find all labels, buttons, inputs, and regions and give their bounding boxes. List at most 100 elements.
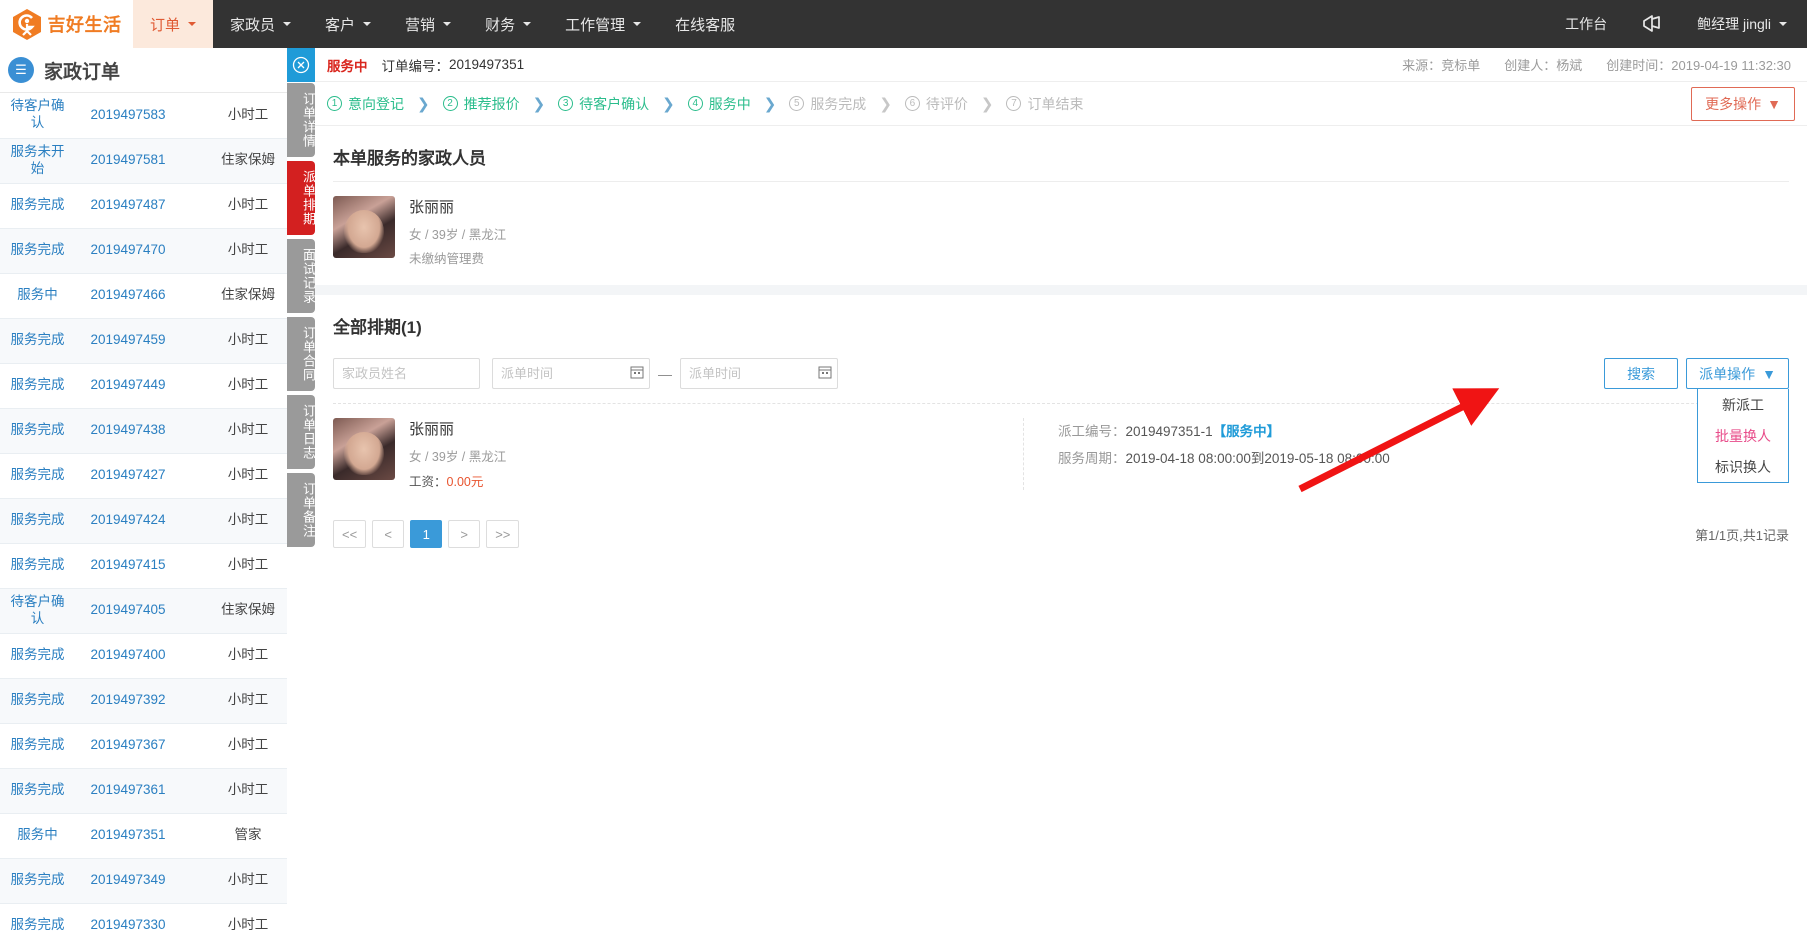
workbench-link[interactable]: 工作台 — [1545, 14, 1627, 34]
vertical-tab-0[interactable]: 订单详情 — [287, 83, 316, 157]
megaphone-icon[interactable] — [1627, 14, 1677, 34]
order-status-cell[interactable]: 服务完成 — [0, 183, 75, 229]
table-row[interactable]: 服务完成 2019497470 小时工 — [0, 228, 315, 274]
vertical-tab-1[interactable]: 派单排期 — [287, 161, 316, 235]
table-row[interactable]: 服务完成 2019497400 小时工 — [0, 633, 315, 679]
more-actions-button[interactable]: 更多操作 ▼ — [1691, 86, 1795, 121]
order-status-cell[interactable]: 服务完成 — [0, 858, 75, 904]
chevron-down-icon — [443, 22, 452, 26]
table-row[interactable]: 服务完成 2019497427 小时工 — [0, 453, 315, 499]
order-id-cell[interactable]: 2019497400 — [75, 633, 181, 679]
brand-logo-area[interactable]: 吉好生活 — [0, 0, 133, 48]
search-button[interactable]: 搜索 — [1604, 358, 1679, 389]
order-status-cell[interactable]: 服务完成 — [0, 543, 75, 589]
schedule-section-title: 全部排期(1) — [333, 318, 422, 337]
order-status-cell[interactable]: 服务完成 — [0, 768, 75, 814]
pagination-button-2[interactable]: 1 — [410, 520, 443, 548]
table-row[interactable]: 服务完成 2019497349 小时工 — [0, 858, 315, 904]
order-id-cell[interactable]: 2019497415 — [75, 543, 181, 589]
order-id-cell[interactable]: 2019497361 — [75, 768, 181, 814]
dropdown-item-new-dispatch[interactable]: 新派工 — [1698, 389, 1788, 420]
order-status-cell[interactable]: 待客户确认 — [0, 588, 75, 634]
table-row[interactable]: 服务未开始 2019497581 住家保姆 — [0, 138, 315, 184]
step-arrow-icon: ❯ — [763, 95, 777, 113]
order-id-cell[interactable]: 2019497392 — [75, 678, 181, 724]
nav-item-work-management[interactable]: 工作管理 — [548, 0, 658, 48]
order-id-cell[interactable]: 2019497487 — [75, 183, 181, 229]
order-status-cell[interactable]: 服务完成 — [0, 363, 75, 409]
nav-item-orders[interactable]: 订单 — [133, 0, 214, 48]
table-row[interactable]: 服务完成 2019497438 小时工 — [0, 408, 315, 454]
dropdown-item-batch-replace[interactable]: 批量换人 — [1698, 420, 1788, 451]
table-row[interactable]: 待客户确认 2019497583 小时工 — [0, 93, 315, 139]
main-menu: 订单 家政员 客户 营销 财务 工作管理 在线客服 — [133, 0, 752, 48]
order-status-cell[interactable]: 服务完成 — [0, 318, 75, 364]
wage-label: 工资： — [409, 475, 447, 489]
table-row[interactable]: 待客户确认 2019497405 住家保姆 — [0, 588, 315, 634]
chevron-down-icon — [523, 22, 532, 26]
order-status-cell[interactable]: 服务中 — [0, 273, 75, 319]
order-status-cell[interactable]: 待客户确认 — [0, 93, 75, 139]
nav-item-housekeepers[interactable]: 家政员 — [213, 0, 308, 48]
table-row[interactable]: 服务完成 2019497459 小时工 — [0, 318, 315, 364]
chevron-down-icon — [633, 22, 642, 26]
table-row[interactable]: 服务完成 2019497330 小时工 — [0, 903, 315, 931]
nav-item-finance[interactable]: 财务 — [468, 0, 548, 48]
order-status-cell[interactable]: 服务完成 — [0, 723, 75, 769]
close-icon[interactable] — [287, 48, 315, 82]
order-id-cell[interactable]: 2019497405 — [75, 588, 181, 634]
order-id-cell[interactable]: 2019497438 — [75, 408, 181, 454]
user-menu[interactable]: 鲍经理 jingli — [1677, 14, 1807, 34]
table-row[interactable]: 服务完成 2019497415 小时工 — [0, 543, 315, 589]
nav-item-finance-label: 财务 — [485, 16, 516, 34]
order-id-cell[interactable]: 2019497349 — [75, 858, 181, 904]
dispatch-number-line: 派工编号：2019497351-1【服务中】 — [1058, 418, 1390, 445]
order-id-cell[interactable]: 2019497351 — [75, 813, 181, 859]
order-id-cell[interactable]: 2019497466 — [75, 273, 181, 319]
table-row[interactable]: 服务中 2019497351 管家 — [0, 813, 315, 859]
dispatch-date-to-input[interactable] — [680, 358, 838, 389]
table-row[interactable]: 服务完成 2019497449 小时工 — [0, 363, 315, 409]
order-status-cell[interactable]: 服务完成 — [0, 678, 75, 724]
pagination-button-0[interactable]: << — [333, 520, 367, 548]
nav-item-marketing[interactable]: 营销 — [388, 0, 468, 48]
order-id-cell[interactable]: 2019497581 — [75, 138, 181, 184]
dispatch-actions-button[interactable]: 派单操作 ▼ — [1686, 358, 1789, 389]
order-status-cell[interactable]: 服务完成 — [0, 903, 75, 931]
order-status-cell[interactable]: 服务完成 — [0, 408, 75, 454]
vertical-tab-3[interactable]: 订单合同 — [287, 317, 316, 391]
pagination-button-1[interactable]: < — [372, 520, 405, 548]
order-id-cell[interactable]: 2019497424 — [75, 498, 181, 544]
order-status-cell[interactable]: 服务中 — [0, 813, 75, 859]
order-status-cell[interactable]: 服务未开始 — [0, 138, 75, 184]
order-status-cell[interactable]: 服务完成 — [0, 633, 75, 679]
table-row[interactable]: 服务中 2019497466 住家保姆 — [0, 273, 315, 319]
housekeeper-name-input[interactable] — [333, 358, 480, 389]
order-status-cell[interactable]: 服务完成 — [0, 498, 75, 544]
order-status-cell[interactable]: 服务完成 — [0, 453, 75, 499]
pagination-button-3[interactable]: > — [448, 520, 481, 548]
order-id-cell[interactable]: 2019497449 — [75, 363, 181, 409]
order-id-cell[interactable]: 2019497427 — [75, 453, 181, 499]
table-row[interactable]: 服务完成 2019497424 小时工 — [0, 498, 315, 544]
order-id-cell[interactable]: 2019497330 — [75, 903, 181, 931]
order-status-cell[interactable]: 服务完成 — [0, 228, 75, 274]
order-id-cell[interactable]: 2019497583 — [75, 93, 181, 139]
table-row[interactable]: 服务完成 2019497361 小时工 — [0, 768, 315, 814]
table-row[interactable]: 服务完成 2019497487 小时工 — [0, 183, 315, 229]
nav-item-online-service[interactable]: 在线客服 — [658, 0, 752, 48]
nav-item-customers[interactable]: 客户 — [308, 0, 388, 48]
pagination-button-4[interactable]: >> — [486, 520, 520, 548]
dispatch-date-from-input[interactable] — [492, 358, 650, 389]
vertical-tab-2[interactable]: 面试记录 — [287, 239, 316, 313]
order-id-cell[interactable]: 2019497367 — [75, 723, 181, 769]
vertical-tab-5[interactable]: 订单备注 — [287, 473, 316, 547]
order-id-cell[interactable]: 2019497470 — [75, 228, 181, 274]
dropdown-item-mark-replace[interactable]: 标识换人 — [1698, 451, 1788, 482]
schedule-row-staff: 张丽丽 女 / 39岁 / 黑龙江 工资：0.00元 — [333, 418, 1023, 490]
table-row[interactable]: 服务完成 2019497392 小时工 — [0, 678, 315, 724]
nav-item-online-service-label: 在线客服 — [675, 16, 736, 34]
vertical-tab-4[interactable]: 订单日志 — [287, 395, 316, 469]
table-row[interactable]: 服务完成 2019497367 小时工 — [0, 723, 315, 769]
order-id-cell[interactable]: 2019497459 — [75, 318, 181, 364]
